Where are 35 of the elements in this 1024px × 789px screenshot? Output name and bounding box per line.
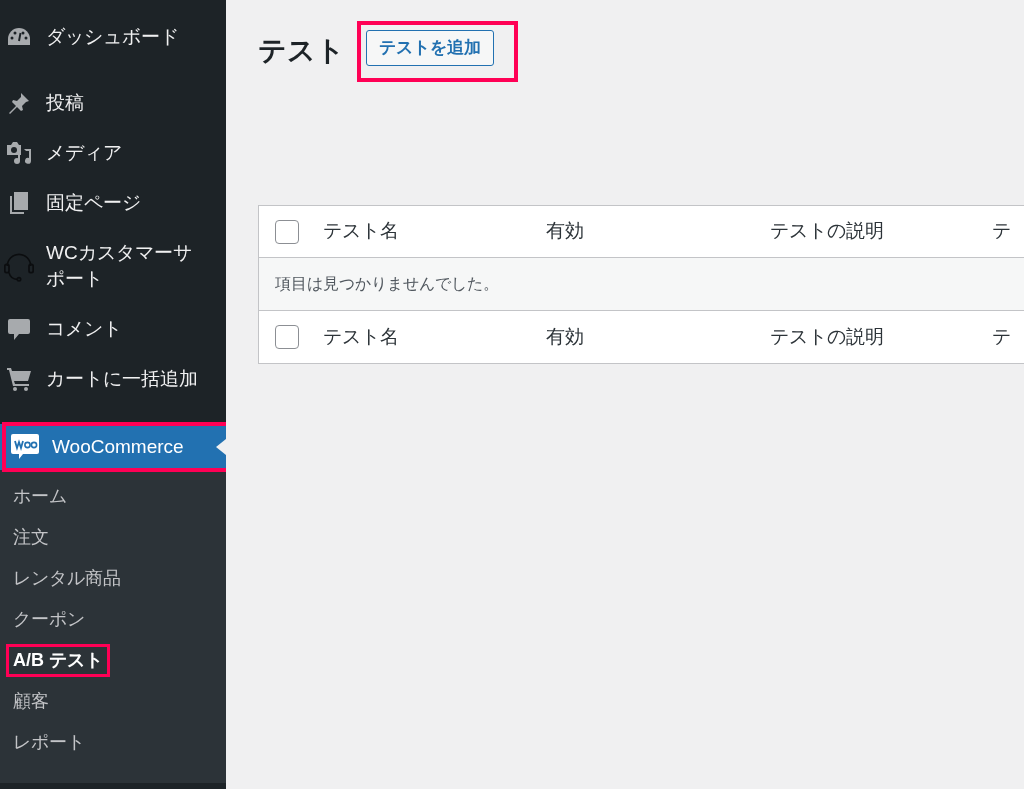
menu-item[interactable]: コメント bbox=[4, 316, 214, 342]
pages-icon bbox=[8, 191, 30, 215]
column-header[interactable]: テストの説明 bbox=[770, 322, 992, 352]
column-header[interactable]: テスト名 bbox=[323, 322, 546, 352]
submenu-item[interactable]: 顧客 bbox=[6, 685, 56, 718]
column-header[interactable]: 有効 bbox=[546, 217, 770, 246]
dashboard-icon bbox=[7, 27, 31, 47]
current-menu-pointer bbox=[216, 439, 226, 455]
comment-icon bbox=[7, 317, 31, 341]
column-header[interactable]: 有効 bbox=[546, 322, 770, 352]
menu-item[interactable]: 固定ページ bbox=[4, 190, 214, 216]
menu-item[interactable]: メディア bbox=[4, 140, 214, 166]
select-all-checkbox[interactable] bbox=[275, 325, 299, 349]
column-header[interactable]: テスト名 bbox=[323, 217, 546, 246]
menu-item[interactable]: ダッシュボード bbox=[4, 24, 214, 50]
submenu-item[interactable]: A/B テスト bbox=[6, 644, 110, 677]
submenu-item[interactable]: ホーム bbox=[6, 480, 74, 513]
media-icon bbox=[6, 141, 32, 165]
cart-icon bbox=[6, 366, 32, 392]
submenu-item[interactable]: レポート bbox=[6, 726, 92, 759]
empty-message: 項目は見つかりませんでした。 bbox=[275, 274, 499, 294]
menu-item[interactable]: カートに一括追加 bbox=[4, 366, 214, 392]
column-header[interactable]: テ bbox=[992, 217, 1024, 246]
menu-item[interactable]: WCカスタマーサポート bbox=[4, 240, 214, 292]
column-header[interactable]: テ bbox=[992, 322, 1024, 352]
woo-logo-icon bbox=[10, 433, 40, 461]
column-header[interactable]: テストの説明 bbox=[770, 217, 992, 246]
submenu-item[interactable]: 注文 bbox=[6, 521, 56, 554]
select-all-checkbox[interactable] bbox=[275, 219, 299, 244]
submenu-item[interactable]: レンタル商品 bbox=[6, 562, 128, 595]
menu-item[interactable]: 投稿 bbox=[4, 90, 214, 116]
add-test-button[interactable]: テストを追加 bbox=[366, 29, 494, 66]
page-title: テスト bbox=[258, 34, 345, 68]
submenu-item[interactable]: クーポン bbox=[6, 603, 92, 636]
pin-icon bbox=[7, 91, 31, 115]
